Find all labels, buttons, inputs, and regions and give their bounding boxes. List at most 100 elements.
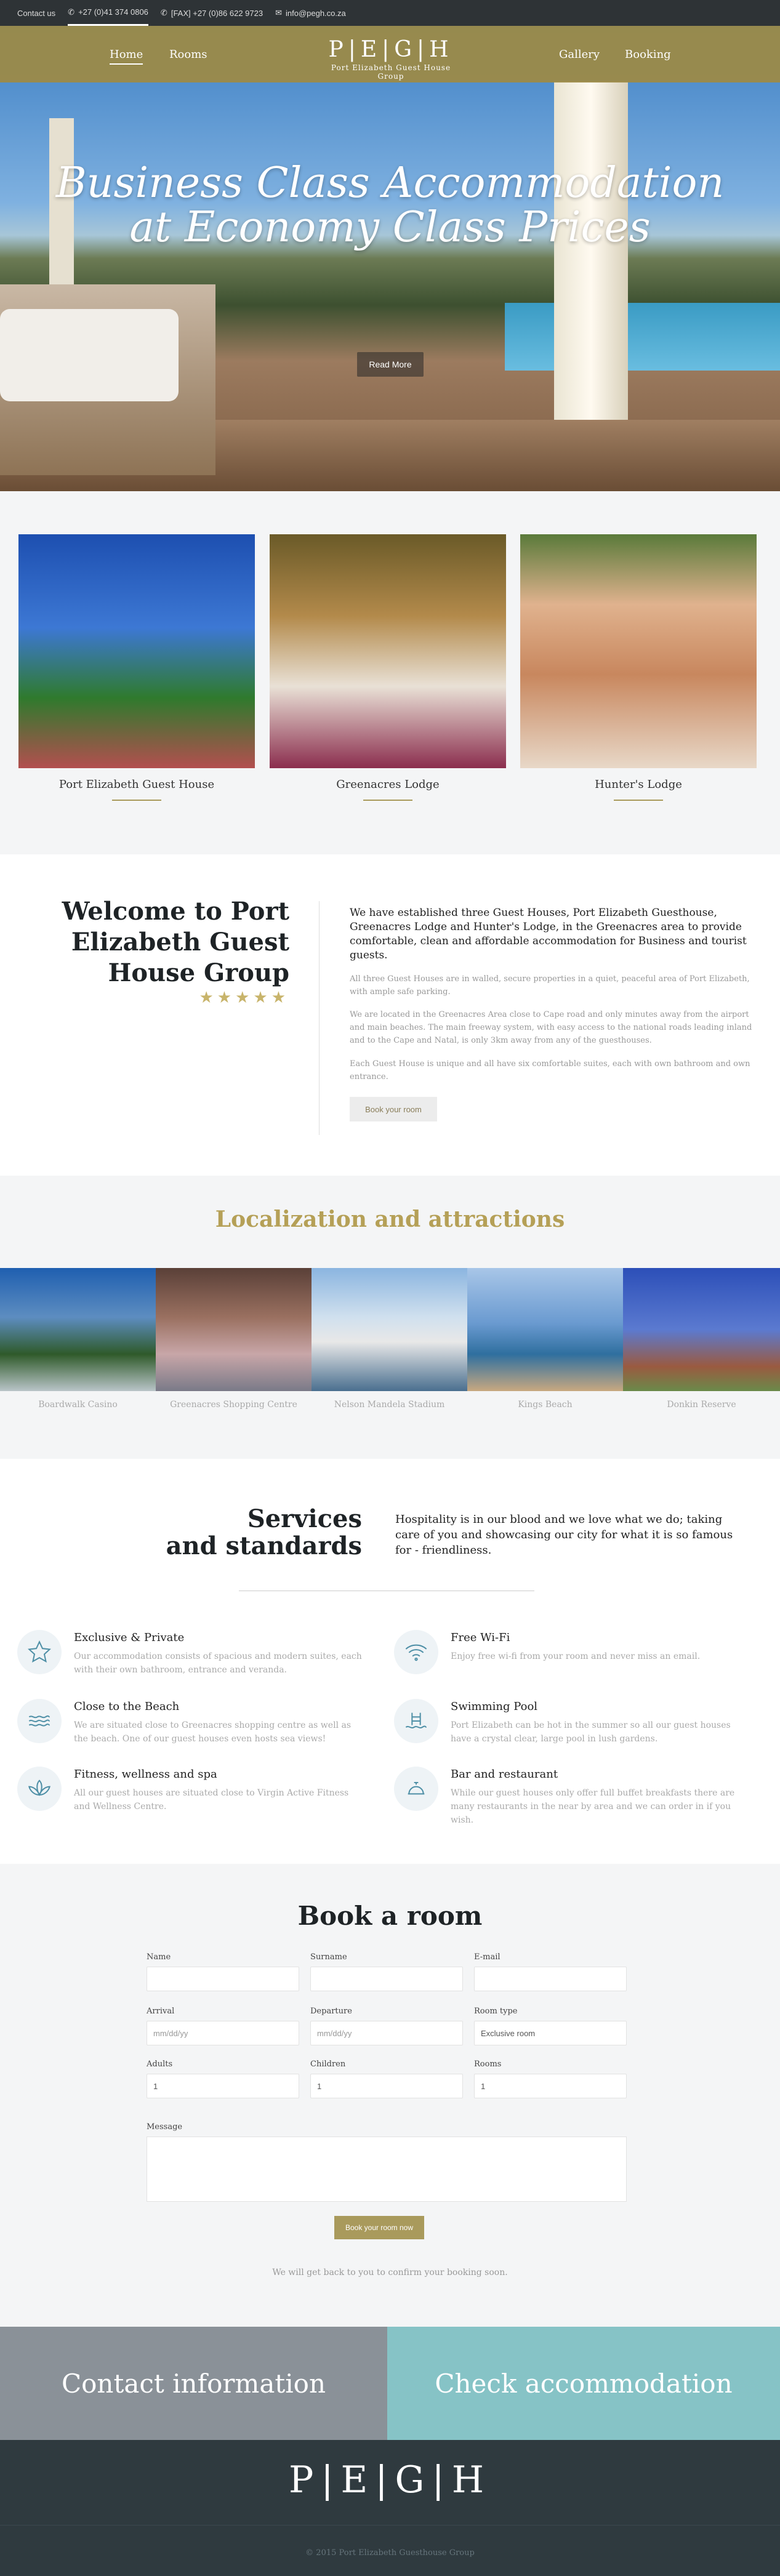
email-link[interactable]: ✉ info@pegh.co.za	[275, 8, 346, 18]
nav-rooms[interactable]: Rooms	[169, 48, 207, 61]
divider	[363, 800, 412, 801]
house-card[interactable]: Hunter's Lodge	[520, 534, 757, 801]
service-title: Free Wi-Fi	[451, 1631, 510, 1644]
attraction-card[interactable]: Greenacres Shopping Centre	[156, 1268, 312, 1410]
service-title: Bar and restaurant	[451, 1768, 558, 1781]
star-icon	[17, 1630, 62, 1674]
divider	[0, 2525, 780, 2526]
attraction-card[interactable]: Boardwalk Casino	[0, 1268, 156, 1410]
service-text: Our accommodation consists of spacious a…	[74, 1651, 362, 1675]
surname-input[interactable]	[310, 1967, 463, 1991]
rating-stars: ★★★★★	[199, 989, 289, 1007]
vertical-divider	[319, 901, 320, 1135]
service-text: Port Elizabeth can be hot in the summer …	[451, 1720, 731, 1744]
services-title-line1: Services	[247, 1504, 362, 1533]
house-photo	[18, 534, 255, 768]
service-title: Close to the Beach	[74, 1700, 180, 1713]
pool-icon	[394, 1699, 438, 1743]
house-card[interactable]: Greenacres Lodge	[270, 534, 506, 801]
service-title: Swimming Pool	[451, 1700, 538, 1713]
room-type-select[interactable]: Exclusive room	[474, 2021, 627, 2045]
mail-icon: ✉	[275, 8, 282, 17]
hero-banner: Business Class Accommodation at Economy …	[0, 26, 780, 491]
message-field: Message	[147, 2122, 627, 2202]
fax-link[interactable]: ✆ [FAX] +27 (0)86 622 9723	[161, 8, 263, 18]
book-now-button[interactable]: Book your room now	[334, 2216, 424, 2239]
adults-field: Adults 1	[147, 2060, 299, 2098]
surname-label: Surname	[310, 1952, 347, 1962]
services-title: Services and standards	[49, 1506, 362, 1560]
email-address: info@pegh.co.za	[285, 8, 346, 18]
footer-logo[interactable]: P|E|G|H	[0, 2458, 780, 2502]
nav-home[interactable]: Home	[110, 48, 143, 65]
footer: P|E|G|H © 2015 Port Elizabeth Guesthouse…	[0, 2440, 780, 2576]
logo-subtitle: Port Elizabeth Guest House Group	[331, 63, 451, 81]
room-type-field: Room type Exclusive room	[474, 2007, 627, 2045]
arrival-input[interactable]: mm/dd/yy	[147, 2021, 299, 2045]
welcome-paragraph: All three Guest Houses are in walled, se…	[350, 974, 750, 997]
lotus-icon	[17, 1767, 62, 1811]
departure-field: Departure mm/dd/yy	[310, 2007, 463, 2045]
name-field: Name	[147, 1952, 299, 1991]
service-title: Fitness, wellness and spa	[74, 1768, 217, 1781]
phone-number: +27 (0)41 374 0806	[78, 7, 148, 17]
attraction-photo	[156, 1268, 312, 1391]
house-photo	[520, 534, 757, 768]
service-text: Enjoy free wi-fi from your room and neve…	[451, 1651, 701, 1661]
email-input[interactable]	[474, 1967, 627, 1991]
rooms-field: Rooms 1	[474, 2060, 627, 2098]
nav-gallery[interactable]: Gallery	[559, 48, 600, 61]
contact-us-label[interactable]: Contact us	[17, 9, 55, 18]
services-lead: Hospitality is in our blood and we love …	[395, 1513, 733, 1557]
email-label: E-mail	[474, 1952, 501, 1962]
pool-shape	[505, 303, 780, 371]
contact-information-button[interactable]: Contact information	[0, 2327, 387, 2440]
phone-icon: ✆	[68, 7, 75, 17]
children-select[interactable]: 1	[310, 2074, 463, 2098]
welcome-section: Welcome to Port Elizabeth Guest House Gr…	[0, 854, 780, 1176]
name-input[interactable]	[147, 1967, 299, 1991]
rooms-label: Rooms	[474, 2060, 502, 2069]
message-label: Message	[147, 2122, 183, 2132]
sofa-shape	[0, 284, 215, 475]
site-logo[interactable]: P|E|G|H Port Elizabeth Guest House Group	[320, 37, 462, 81]
welcome-lead: We have established three Guest Houses, …	[350, 907, 747, 961]
phone-link[interactable]: ✆ +27 (0)41 374 0806	[68, 0, 148, 26]
adults-select[interactable]: 1	[147, 2074, 299, 2098]
name-label: Name	[147, 1952, 171, 1962]
logo-mark: P|E|G|H	[328, 37, 454, 62]
service-text: All our guest houses are situated close …	[74, 1788, 349, 1812]
nav-booking[interactable]: Booking	[625, 48, 671, 61]
attraction-name: Boardwalk Casino	[38, 1400, 118, 1410]
guest-houses-section: Port Elizabeth Guest House Greenacres Lo…	[0, 491, 780, 854]
rooms-select[interactable]: 1	[474, 2074, 627, 2098]
service-text: While our guest houses only offer full b…	[451, 1788, 735, 1825]
book-your-room-button[interactable]: Book your room	[350, 1097, 437, 1121]
column-shape	[554, 81, 628, 463]
attraction-name: Greenacres Shopping Centre	[170, 1400, 297, 1410]
wifi-icon	[394, 1630, 438, 1674]
localization-title: Localization and attractions	[215, 1206, 565, 1232]
children-field: Children 1	[310, 2060, 463, 2098]
top-bar: Contact us ✆ +27 (0)41 374 0806 ✆ [FAX] …	[0, 0, 780, 26]
welcome-title: Welcome to Port Elizabeth Guest House Gr…	[62, 897, 289, 987]
attraction-name: Donkin Reserve	[667, 1400, 736, 1410]
email-field: E-mail	[474, 1952, 627, 1991]
read-more-button[interactable]: Read More	[357, 352, 424, 377]
attraction-photo	[312, 1268, 467, 1391]
attraction-card[interactable]: Kings Beach	[467, 1268, 623, 1410]
message-textarea[interactable]	[147, 2137, 627, 2202]
attraction-card[interactable]: Donkin Reserve	[623, 1268, 780, 1410]
house-card[interactable]: Port Elizabeth Guest House	[18, 534, 255, 801]
adults-label: Adults	[147, 2060, 173, 2069]
departure-input[interactable]: mm/dd/yy	[310, 2021, 463, 2045]
check-accommodation-button[interactable]: Check accommodation	[387, 2327, 780, 2440]
attraction-card[interactable]: Nelson Mandela Stadium	[312, 1268, 467, 1410]
service-text: We are situated close to Greenacres shop…	[74, 1720, 352, 1744]
fax-number: [FAX] +27 (0)86 622 9723	[171, 8, 263, 18]
house-name: Greenacres Lodge	[336, 778, 440, 791]
hero-title-line2: at Economy Class Prices	[129, 203, 651, 252]
copyright: © 2015 Port Elizabeth Guesthouse Group	[305, 2548, 475, 2558]
bell-icon	[394, 1767, 438, 1811]
booking-section: Book a room Name Surname E-mail Arrival …	[0, 1864, 780, 2327]
